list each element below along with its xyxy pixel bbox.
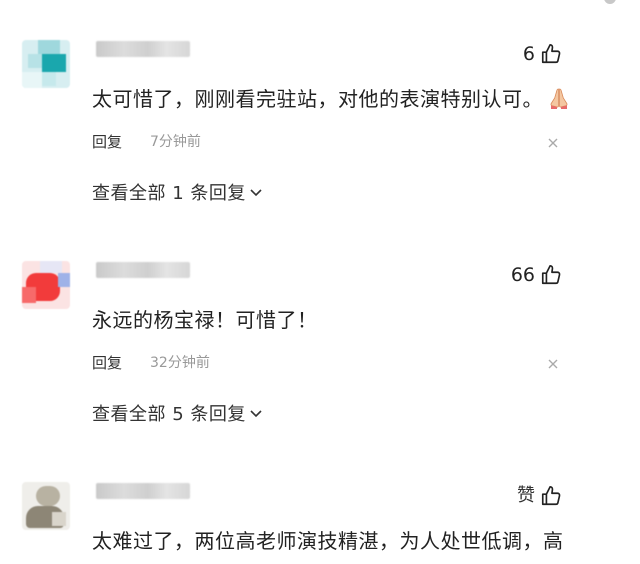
reply-button[interactable]: 回复 bbox=[92, 131, 122, 152]
thumbs-up-icon[interactable] bbox=[540, 485, 562, 507]
comment-text: 太难过了，两位高老师演技精湛，为人处世低调，高老艺高，保重身体 bbox=[92, 524, 572, 564]
username[interactable] bbox=[96, 483, 190, 499]
comment-text: 太可惜了，刚刚看完驻站，对他的表演特别认可。 bbox=[92, 82, 572, 116]
comment-text: 永远的杨宝禄！可惜了！ bbox=[92, 303, 572, 337]
scrollbar-thumb[interactable] bbox=[604, 0, 616, 4]
timestamp: 7分钟前 bbox=[150, 134, 201, 150]
view-replies-label: 查看全部 1 条回复 bbox=[92, 183, 246, 204]
like-count: 6 bbox=[522, 43, 535, 65]
avatar[interactable] bbox=[22, 261, 70, 309]
comment-section: 6 太可惜了，刚刚看完驻站，对他的表演特别认可。 回复 7分钟前 查看全部 1 … bbox=[0, 0, 640, 564]
like-label: 赞 bbox=[517, 485, 535, 506]
reply-button[interactable]: 回复 bbox=[92, 352, 122, 373]
comment-body: 永远的杨宝禄！可惜了！ bbox=[92, 308, 318, 332]
chevron-down-icon bbox=[250, 410, 262, 418]
like-count: 66 bbox=[510, 264, 535, 286]
comment-actions: 回复 32分钟前 bbox=[92, 351, 210, 373]
username[interactable] bbox=[96, 262, 190, 278]
avatar[interactable] bbox=[22, 482, 70, 530]
view-replies-label: 查看全部 5 条回复 bbox=[92, 404, 246, 425]
comment-body: 太难过了，两位高老师演技精湛，为人处世低调，高老艺高，保重身体 bbox=[92, 529, 564, 564]
thumbs-up-icon[interactable] bbox=[540, 43, 562, 65]
view-replies-button[interactable]: 查看全部 1 条回复 bbox=[92, 179, 263, 205]
username[interactable] bbox=[96, 41, 190, 57]
close-icon[interactable] bbox=[546, 136, 560, 150]
close-icon[interactable] bbox=[546, 357, 560, 371]
pray-icon bbox=[550, 88, 568, 109]
view-replies-button[interactable]: 查看全部 5 条回复 bbox=[92, 400, 263, 426]
comment-body: 太可惜了，刚刚看完驻站，对他的表演特别认可。 bbox=[92, 87, 543, 111]
like-button[interactable]: 赞 bbox=[517, 483, 562, 509]
timestamp: 32分钟前 bbox=[150, 355, 210, 371]
like-button[interactable]: 66 bbox=[511, 262, 562, 288]
comment-actions: 回复 7分钟前 bbox=[92, 130, 201, 152]
thumbs-up-icon[interactable] bbox=[540, 264, 562, 286]
like-button[interactable]: 6 bbox=[523, 41, 562, 67]
chevron-down-icon bbox=[250, 189, 262, 197]
avatar[interactable] bbox=[22, 40, 70, 88]
